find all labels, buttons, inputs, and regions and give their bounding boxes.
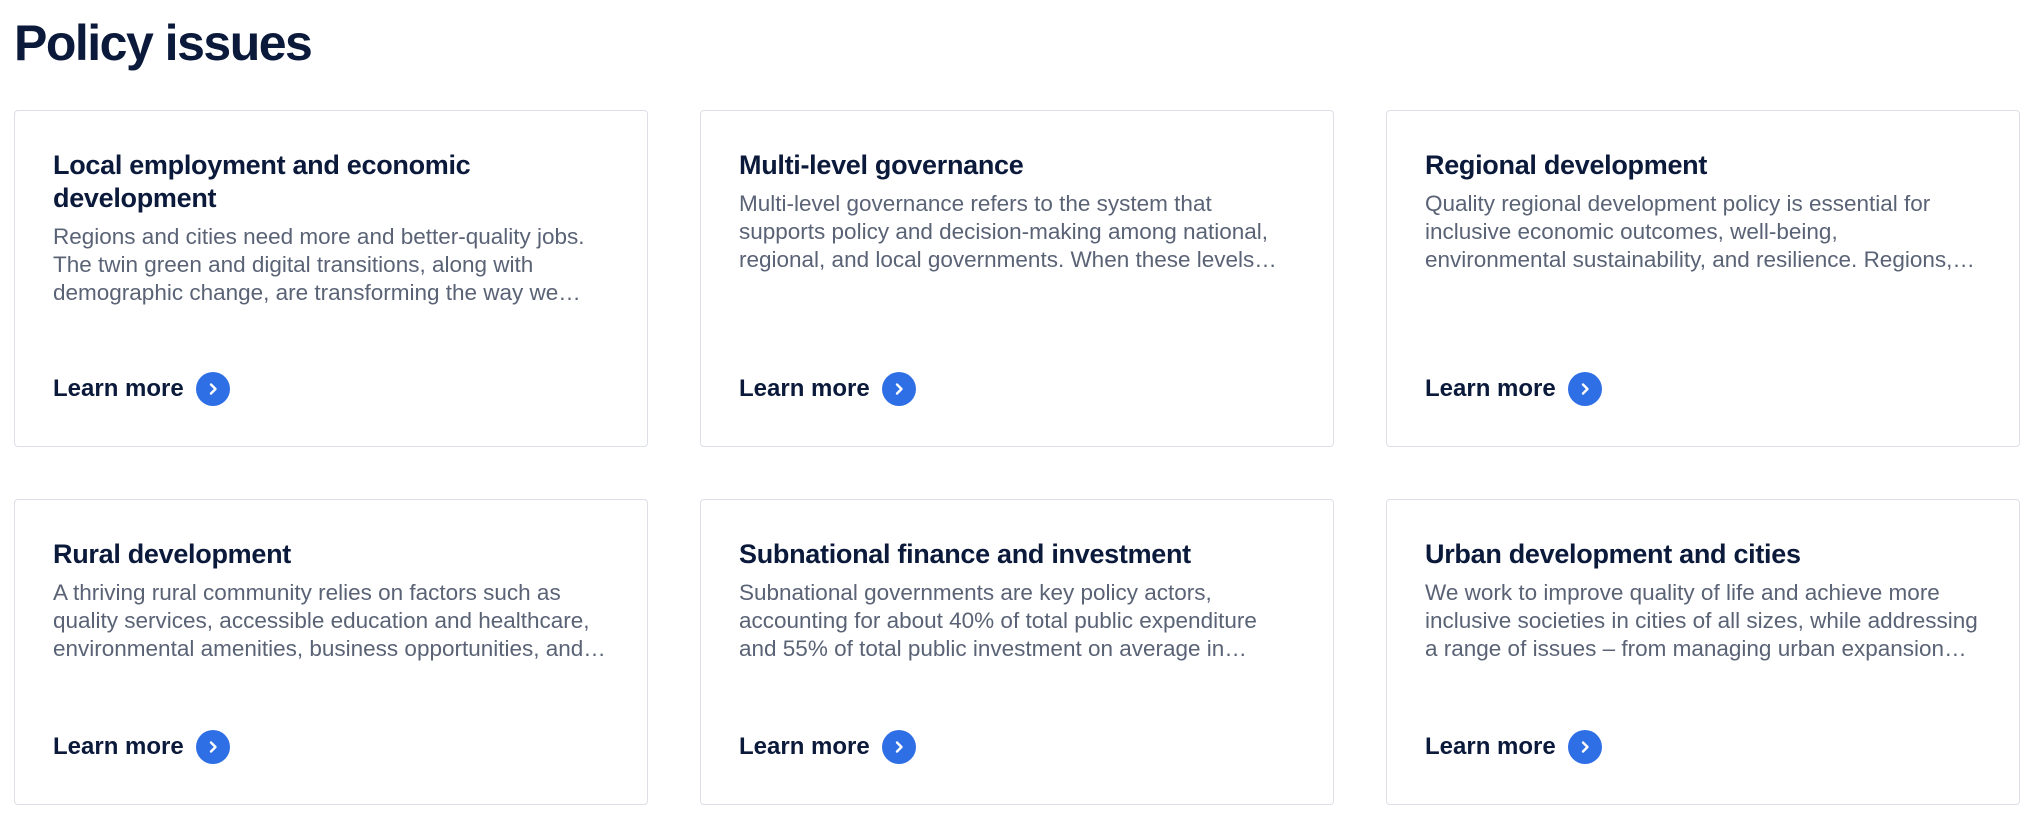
- card-title[interactable]: Local employment and economic developmen…: [53, 149, 609, 215]
- chevron-right-icon[interactable]: [881, 730, 916, 764]
- policy-card: Multi-level governance Multi-level gover…: [700, 110, 1334, 447]
- card-title[interactable]: Rural development: [53, 538, 609, 571]
- chevron-right-icon[interactable]: [1567, 730, 1602, 764]
- policy-issues-page: Policy issues Local employment and econo…: [0, 0, 2038, 828]
- policy-card: Regional development Quality regional de…: [1386, 110, 2020, 447]
- policy-card: Rural development A thriving rural commu…: [14, 499, 648, 805]
- card-title[interactable]: Multi-level governance: [739, 149, 1295, 182]
- card-title[interactable]: Subnational finance and investment: [739, 538, 1295, 571]
- learn-more-link[interactable]: Learn more: [1425, 372, 1602, 406]
- card-title[interactable]: Regional development: [1425, 149, 1981, 182]
- chevron-right-icon[interactable]: [881, 372, 916, 406]
- card-description: We work to improve quality of life and a…: [1425, 580, 1978, 661]
- learn-more-link[interactable]: Learn more: [739, 730, 916, 764]
- learn-more-link[interactable]: Learn more: [53, 372, 230, 406]
- card-description: Regions and cities need more and better-…: [53, 224, 585, 305]
- card-title[interactable]: Urban development and cities: [1425, 538, 1981, 571]
- chevron-right-icon[interactable]: [195, 730, 230, 764]
- page-title: Policy issues: [14, 15, 313, 71]
- policy-card: Urban development and cities We work to …: [1386, 499, 2020, 805]
- card-description: Multi-level governance refers to the sys…: [739, 191, 1269, 272]
- card-description: A thriving rural community relies on fac…: [53, 580, 606, 661]
- policy-cards-grid: Local employment and economic developmen…: [14, 110, 2020, 805]
- chevron-right-icon[interactable]: [195, 372, 230, 406]
- learn-more-label: Learn more: [739, 375, 870, 402]
- policy-card: Local employment and economic developmen…: [14, 110, 648, 447]
- learn-more-link[interactable]: Learn more: [53, 730, 230, 764]
- learn-more-label: Learn more: [739, 733, 870, 760]
- learn-more-label: Learn more: [1425, 733, 1556, 760]
- card-description: Subnational governments are key policy a…: [739, 580, 1257, 661]
- learn-more-label: Learn more: [53, 733, 184, 760]
- learn-more-link[interactable]: Learn more: [1425, 730, 1602, 764]
- learn-more-link[interactable]: Learn more: [739, 372, 916, 406]
- learn-more-label: Learn more: [1425, 375, 1556, 402]
- learn-more-label: Learn more: [53, 375, 184, 402]
- chevron-right-icon[interactable]: [1567, 372, 1602, 406]
- policy-card: Subnational finance and investment Subna…: [700, 499, 1334, 805]
- card-description: Quality regional development policy is e…: [1425, 191, 1975, 272]
